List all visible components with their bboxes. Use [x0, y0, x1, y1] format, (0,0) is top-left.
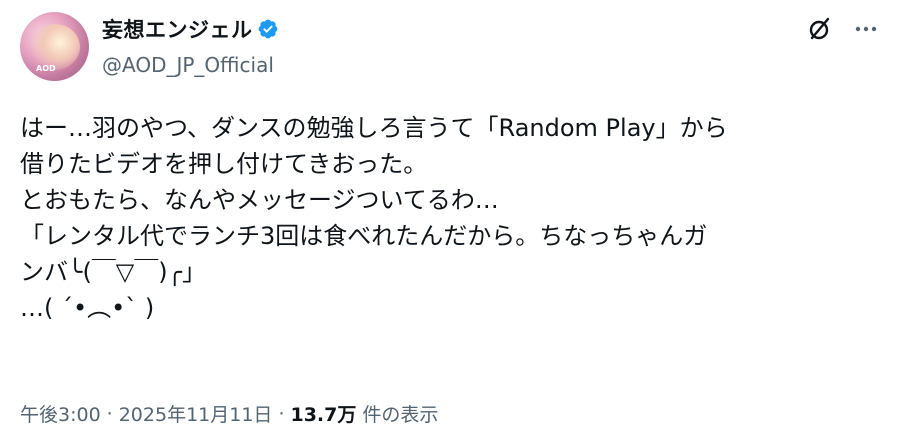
tweet-text-line: はー…羽のやつ、ダンスの勉強しろ言うて「Random Play」から	[20, 114, 728, 142]
post-time[interactable]: 午後3:00	[20, 400, 101, 427]
tweet-text-line: ンバ╰(￣▽￣)╭」	[20, 258, 207, 286]
meta-separator: ·	[278, 402, 285, 425]
meta-separator: ·	[106, 402, 113, 425]
tweet-meta: 午後3:00 · 2025年11月11日 · 13.7万 件の表示	[20, 400, 438, 427]
tweet-text-line: 「レンタル代でランチ3回は食べれたんだから。ちなっちゃんガ	[20, 222, 708, 250]
display-name[interactable]: 妄想エンジェル	[102, 14, 253, 44]
author-block: 妄想エンジェル @AOD_JP_Official	[102, 15, 279, 77]
display-name-row: 妄想エンジェル	[102, 15, 279, 43]
more-options-icon[interactable]	[853, 16, 879, 42]
avatar-logo: AOD	[36, 64, 56, 73]
post-date[interactable]: 2025年11月11日	[119, 400, 273, 427]
views-label: 件の表示	[362, 404, 439, 426]
avatar[interactable]: AOD	[20, 12, 89, 81]
tweet-header: AOD 妄想エンジェル @AOD_JP_Official	[20, 12, 879, 82]
views-count[interactable]: 13.7万	[290, 400, 356, 427]
header-actions	[807, 16, 879, 42]
tweet-text-line: …( ´•︵•` )	[20, 294, 155, 322]
tweet-text-line: とおもたら、なんやメッセージついてるわ…	[20, 186, 499, 214]
tweet-text-line: 借りたビデオを押し付けてきおった。	[20, 150, 428, 178]
tweet-text: はー…羽のやつ、ダンスの勉強しろ言うて「Random Play」から 借りたビデ…	[20, 110, 880, 326]
user-handle[interactable]: @AOD_JP_Official	[102, 53, 279, 77]
grok-icon[interactable]	[807, 16, 833, 42]
verified-badge-icon[interactable]	[257, 18, 279, 40]
